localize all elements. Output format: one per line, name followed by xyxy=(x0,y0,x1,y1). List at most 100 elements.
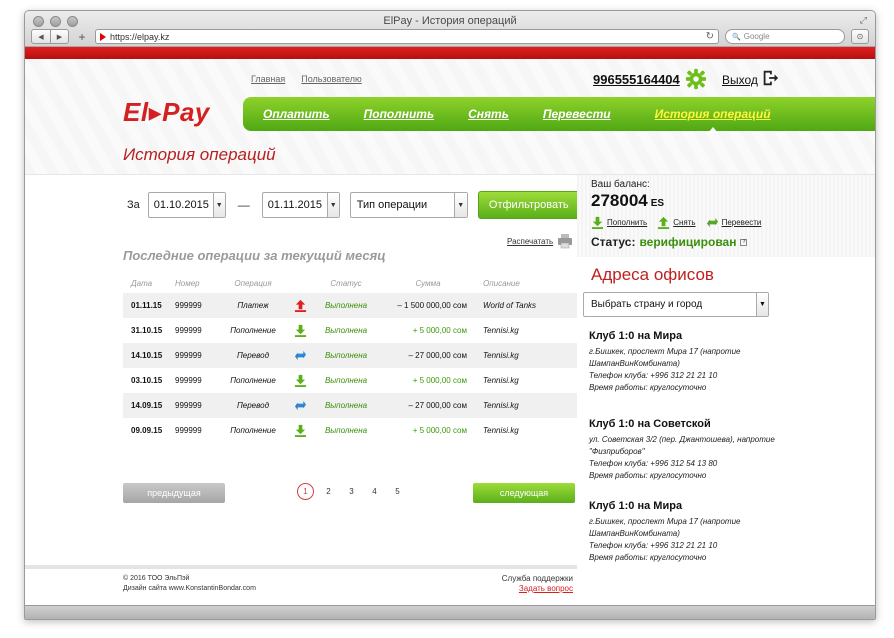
account-phone[interactable]: 996555164404 xyxy=(593,72,680,87)
filter-row: За 01.10.2015 ▼ — 01.11.2015 ▼ Тип опера… xyxy=(127,191,580,219)
table-row[interactable]: 14.09.15 999999 Перевод Выполнена – 27 000,0… xyxy=(123,393,577,418)
office-item: Клуб 1:0 на Мира г.Бишкек, проспект Мира… xyxy=(589,330,779,394)
nav-transfer[interactable]: Перевести xyxy=(543,107,611,121)
page-number-5[interactable]: 5 xyxy=(389,483,406,500)
office-hours: Время работы: круглосуточно xyxy=(589,553,707,562)
logout-link[interactable]: Выход xyxy=(722,73,758,87)
download-icon xyxy=(285,374,315,387)
nav-withdraw[interactable]: Снять xyxy=(468,107,509,121)
page-number-2[interactable]: 2 xyxy=(320,483,337,500)
row-number: 999999 xyxy=(175,401,202,410)
offices-title: Адреса офисов xyxy=(591,265,714,284)
next-page-button[interactable]: следующая xyxy=(473,483,575,503)
date-to-value: 01.11.2015 xyxy=(267,199,323,211)
recent-operations-title: Последние операции за текущий месяц xyxy=(123,248,386,263)
top-links: Главная Пользователю xyxy=(251,74,362,84)
row-status: Выполнена xyxy=(324,376,368,385)
filter-button[interactable]: Отфильтровать xyxy=(477,191,580,219)
row-date: 14.09.15 xyxy=(131,401,163,410)
table-row[interactable]: 31.10.15 999999 Пополнение Выполнена + 5 000… xyxy=(123,318,577,343)
table-row[interactable]: 14.10.15 999999 Перевод Выполнена – 27 000,0… xyxy=(123,343,577,368)
balance-transfer-link[interactable]: Перевести xyxy=(706,216,762,229)
gear-icon[interactable] xyxy=(685,68,707,90)
table-row[interactable]: 09.09.15 999999 Пополнение Выполнена + 5 000… xyxy=(123,418,577,443)
date-from-select[interactable]: 01.10.2015 ▼ xyxy=(147,192,226,218)
nav-pay[interactable]: Оплатить xyxy=(263,107,330,121)
reload-icon[interactable]: ↻ xyxy=(706,31,714,42)
row-operation: Перевод xyxy=(236,401,269,410)
chevron-down-icon: ▼ xyxy=(756,293,768,316)
search-input[interactable]: 🔍 Google xyxy=(725,29,845,44)
balance-value: 278004 ES xyxy=(591,191,664,211)
page-number-4[interactable]: 4 xyxy=(366,483,383,500)
forward-button[interactable]: ▶ xyxy=(50,30,68,43)
row-status: Выполнена xyxy=(324,426,368,435)
date-to-select[interactable]: 01.11.2015 ▼ xyxy=(261,192,340,218)
elpay-logo[interactable]: El▸Pay xyxy=(123,97,210,128)
status-help-icon[interactable]: ? xyxy=(740,238,748,246)
prev-page-button[interactable]: предыдущая xyxy=(123,483,225,503)
operations-table: Дата Номер Операция Статус Сумма Описани… xyxy=(123,273,577,443)
row-number: 999999 xyxy=(175,326,202,335)
office-phone: Телефон клуба: +996 312 54 13 80 xyxy=(589,459,718,468)
table-row[interactable]: 01.11.15 999999 Платеж Выполнена – 1 500 000… xyxy=(123,293,577,318)
row-operation: Перевод xyxy=(236,351,269,360)
active-nav-pointer xyxy=(707,127,718,133)
page-number-1[interactable]: 1 xyxy=(297,483,314,500)
support-label: Служба поддержки xyxy=(501,574,573,583)
browser-bottom-bar xyxy=(25,605,875,619)
top-red-band xyxy=(25,47,875,59)
url-text[interactable]: https://elpay.kz xyxy=(110,32,702,42)
office-name: Клуб 1:0 на Мира xyxy=(589,330,683,342)
office-address: ул. Советская 3/2 (пер. Джантошева), нап… xyxy=(589,435,775,456)
printer-icon[interactable] xyxy=(557,233,573,249)
balance-transfer-label: Перевести xyxy=(721,218,762,227)
design-credit[interactable]: Дизайн сайта www.KonstantinBondar.com xyxy=(123,585,256,592)
row-operation: Пополнение xyxy=(230,326,276,335)
row-sum: + 5 000,00 сом xyxy=(412,426,467,435)
page-title: История операций xyxy=(123,145,276,164)
operation-type-select[interactable]: Тип операции ▼ xyxy=(349,192,468,218)
nav-topup[interactable]: Пополнить xyxy=(364,107,434,121)
fullscreen-icon[interactable]: ⤢ xyxy=(860,15,867,26)
ask-question-link[interactable]: Задать вопрос xyxy=(502,584,573,593)
link-home[interactable]: Главная xyxy=(251,74,285,84)
downloads-button[interactable]: ⊙ xyxy=(851,29,869,44)
page-viewport: El▸Pay Главная Пользователю 996555164404 xyxy=(25,47,875,619)
country-city-select[interactable]: Выбрать страну и город ▼ xyxy=(583,292,769,317)
filter-from-label: За xyxy=(127,199,140,211)
back-button[interactable]: ◀ xyxy=(32,30,50,43)
site-header: El▸Pay Главная Пользователю 996555164404 xyxy=(25,59,875,175)
address-bar[interactable]: https://elpay.kz ↻ xyxy=(95,29,719,44)
col-sum: Сумма xyxy=(415,278,441,288)
row-sum: – 1 500 000,00 сом xyxy=(397,301,467,310)
transfer-icon xyxy=(285,349,315,362)
row-description: Tennisi.kg xyxy=(483,426,519,435)
balance-topup-link[interactable]: Пополнить xyxy=(591,216,647,229)
print-link[interactable]: Распечатать xyxy=(507,237,553,246)
date-from-value: 01.10.2015 xyxy=(153,199,209,211)
link-user[interactable]: Пользователю xyxy=(301,74,361,84)
logout-icon[interactable] xyxy=(761,69,779,87)
nav-history[interactable]: История операций xyxy=(655,107,771,133)
operation-type-value: Тип операции xyxy=(356,199,428,211)
browser-titlebar: ElPay - История операций ⤢ ◀ ▶ + https:/… xyxy=(25,11,875,47)
row-status: Выполнена xyxy=(324,301,368,310)
search-placeholder: Google xyxy=(743,32,770,41)
table-row[interactable]: 03.10.15 999999 Пополнение Выполнена + 5 000… xyxy=(123,368,577,393)
col-date: Дата xyxy=(131,278,153,288)
page-number-3[interactable]: 3 xyxy=(343,483,360,500)
office-name: Клуб 1:0 на Мира xyxy=(589,500,683,512)
row-sum: – 27 000,00 сом xyxy=(408,401,467,410)
status-value: верифицирован xyxy=(639,235,737,249)
download-icon xyxy=(285,424,315,437)
account-status: Статус: верифицирован ? xyxy=(591,235,748,249)
office-address: г.Бишкек, проспект Мира 17 (напротие Шам… xyxy=(589,517,741,538)
row-description: Tennisi.kg xyxy=(483,376,519,385)
new-tab-button[interactable]: + xyxy=(75,29,89,44)
balance-withdraw-link[interactable]: Снять xyxy=(657,216,696,229)
balance-box: Ваш баланс: 278004 ES Пополнить Снять Пер… xyxy=(577,175,875,257)
site-favicon-icon xyxy=(100,32,106,41)
row-date: 03.10.15 xyxy=(131,376,163,385)
row-number: 999999 xyxy=(175,351,202,360)
